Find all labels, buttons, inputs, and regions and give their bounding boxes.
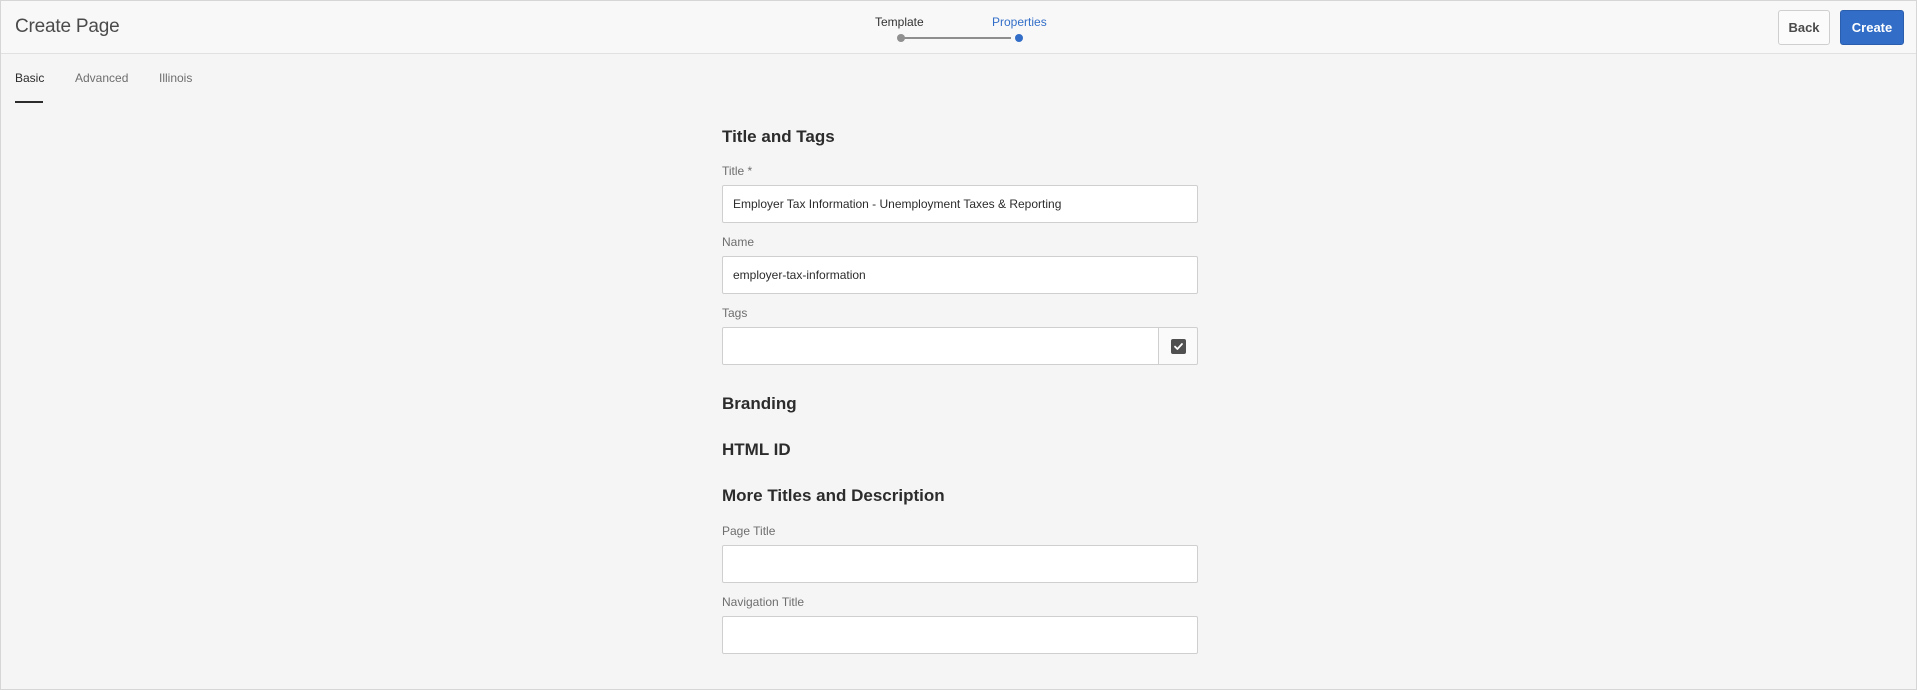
create-button[interactable]: Create bbox=[1840, 10, 1904, 45]
navigation-title-field-label: Navigation Title bbox=[722, 595, 805, 609]
navigation-title-input[interactable] bbox=[722, 616, 1198, 654]
create-page-wizard: Create Page Template Properties Back Cre… bbox=[0, 0, 1917, 690]
active-tab-indicator bbox=[15, 101, 43, 103]
tags-field-label: Tags bbox=[722, 306, 748, 320]
tags-input[interactable] bbox=[722, 327, 1159, 365]
tab-basic[interactable]: Basic bbox=[15, 71, 44, 97]
title-field-label: Title * bbox=[722, 164, 753, 178]
section-heading-branding[interactable]: Branding bbox=[722, 394, 797, 414]
tab-illinois[interactable]: Illinois bbox=[159, 71, 192, 97]
name-input[interactable] bbox=[722, 256, 1198, 294]
name-field-label: Name bbox=[722, 235, 755, 249]
title-input[interactable] bbox=[722, 185, 1198, 223]
header-bar: Create Page Template Properties Back Cre… bbox=[1, 1, 1916, 54]
section-heading-more-titles: More Titles and Description bbox=[722, 486, 945, 505]
step-properties-dot bbox=[1015, 34, 1023, 42]
step-connector-line bbox=[901, 37, 1011, 39]
back-button[interactable]: Back bbox=[1778, 10, 1830, 45]
checkbox-checked-icon bbox=[1170, 338, 1186, 354]
page-title-input[interactable] bbox=[722, 545, 1198, 583]
page-title-field-label: Page Title bbox=[722, 524, 776, 538]
step-template-label: Template bbox=[875, 15, 924, 29]
wizard-steps: Template Properties bbox=[871, 13, 1051, 47]
section-heading-html-id[interactable]: HTML ID bbox=[722, 440, 791, 460]
tab-advanced[interactable]: Advanced bbox=[75, 71, 128, 97]
section-heading-title-and-tags: Title and Tags bbox=[722, 127, 835, 146]
page-title: Create Page bbox=[15, 16, 120, 37]
step-template-dot bbox=[897, 34, 905, 42]
tags-picker-button[interactable] bbox=[1158, 327, 1198, 365]
step-properties-label: Properties bbox=[992, 15, 1047, 29]
